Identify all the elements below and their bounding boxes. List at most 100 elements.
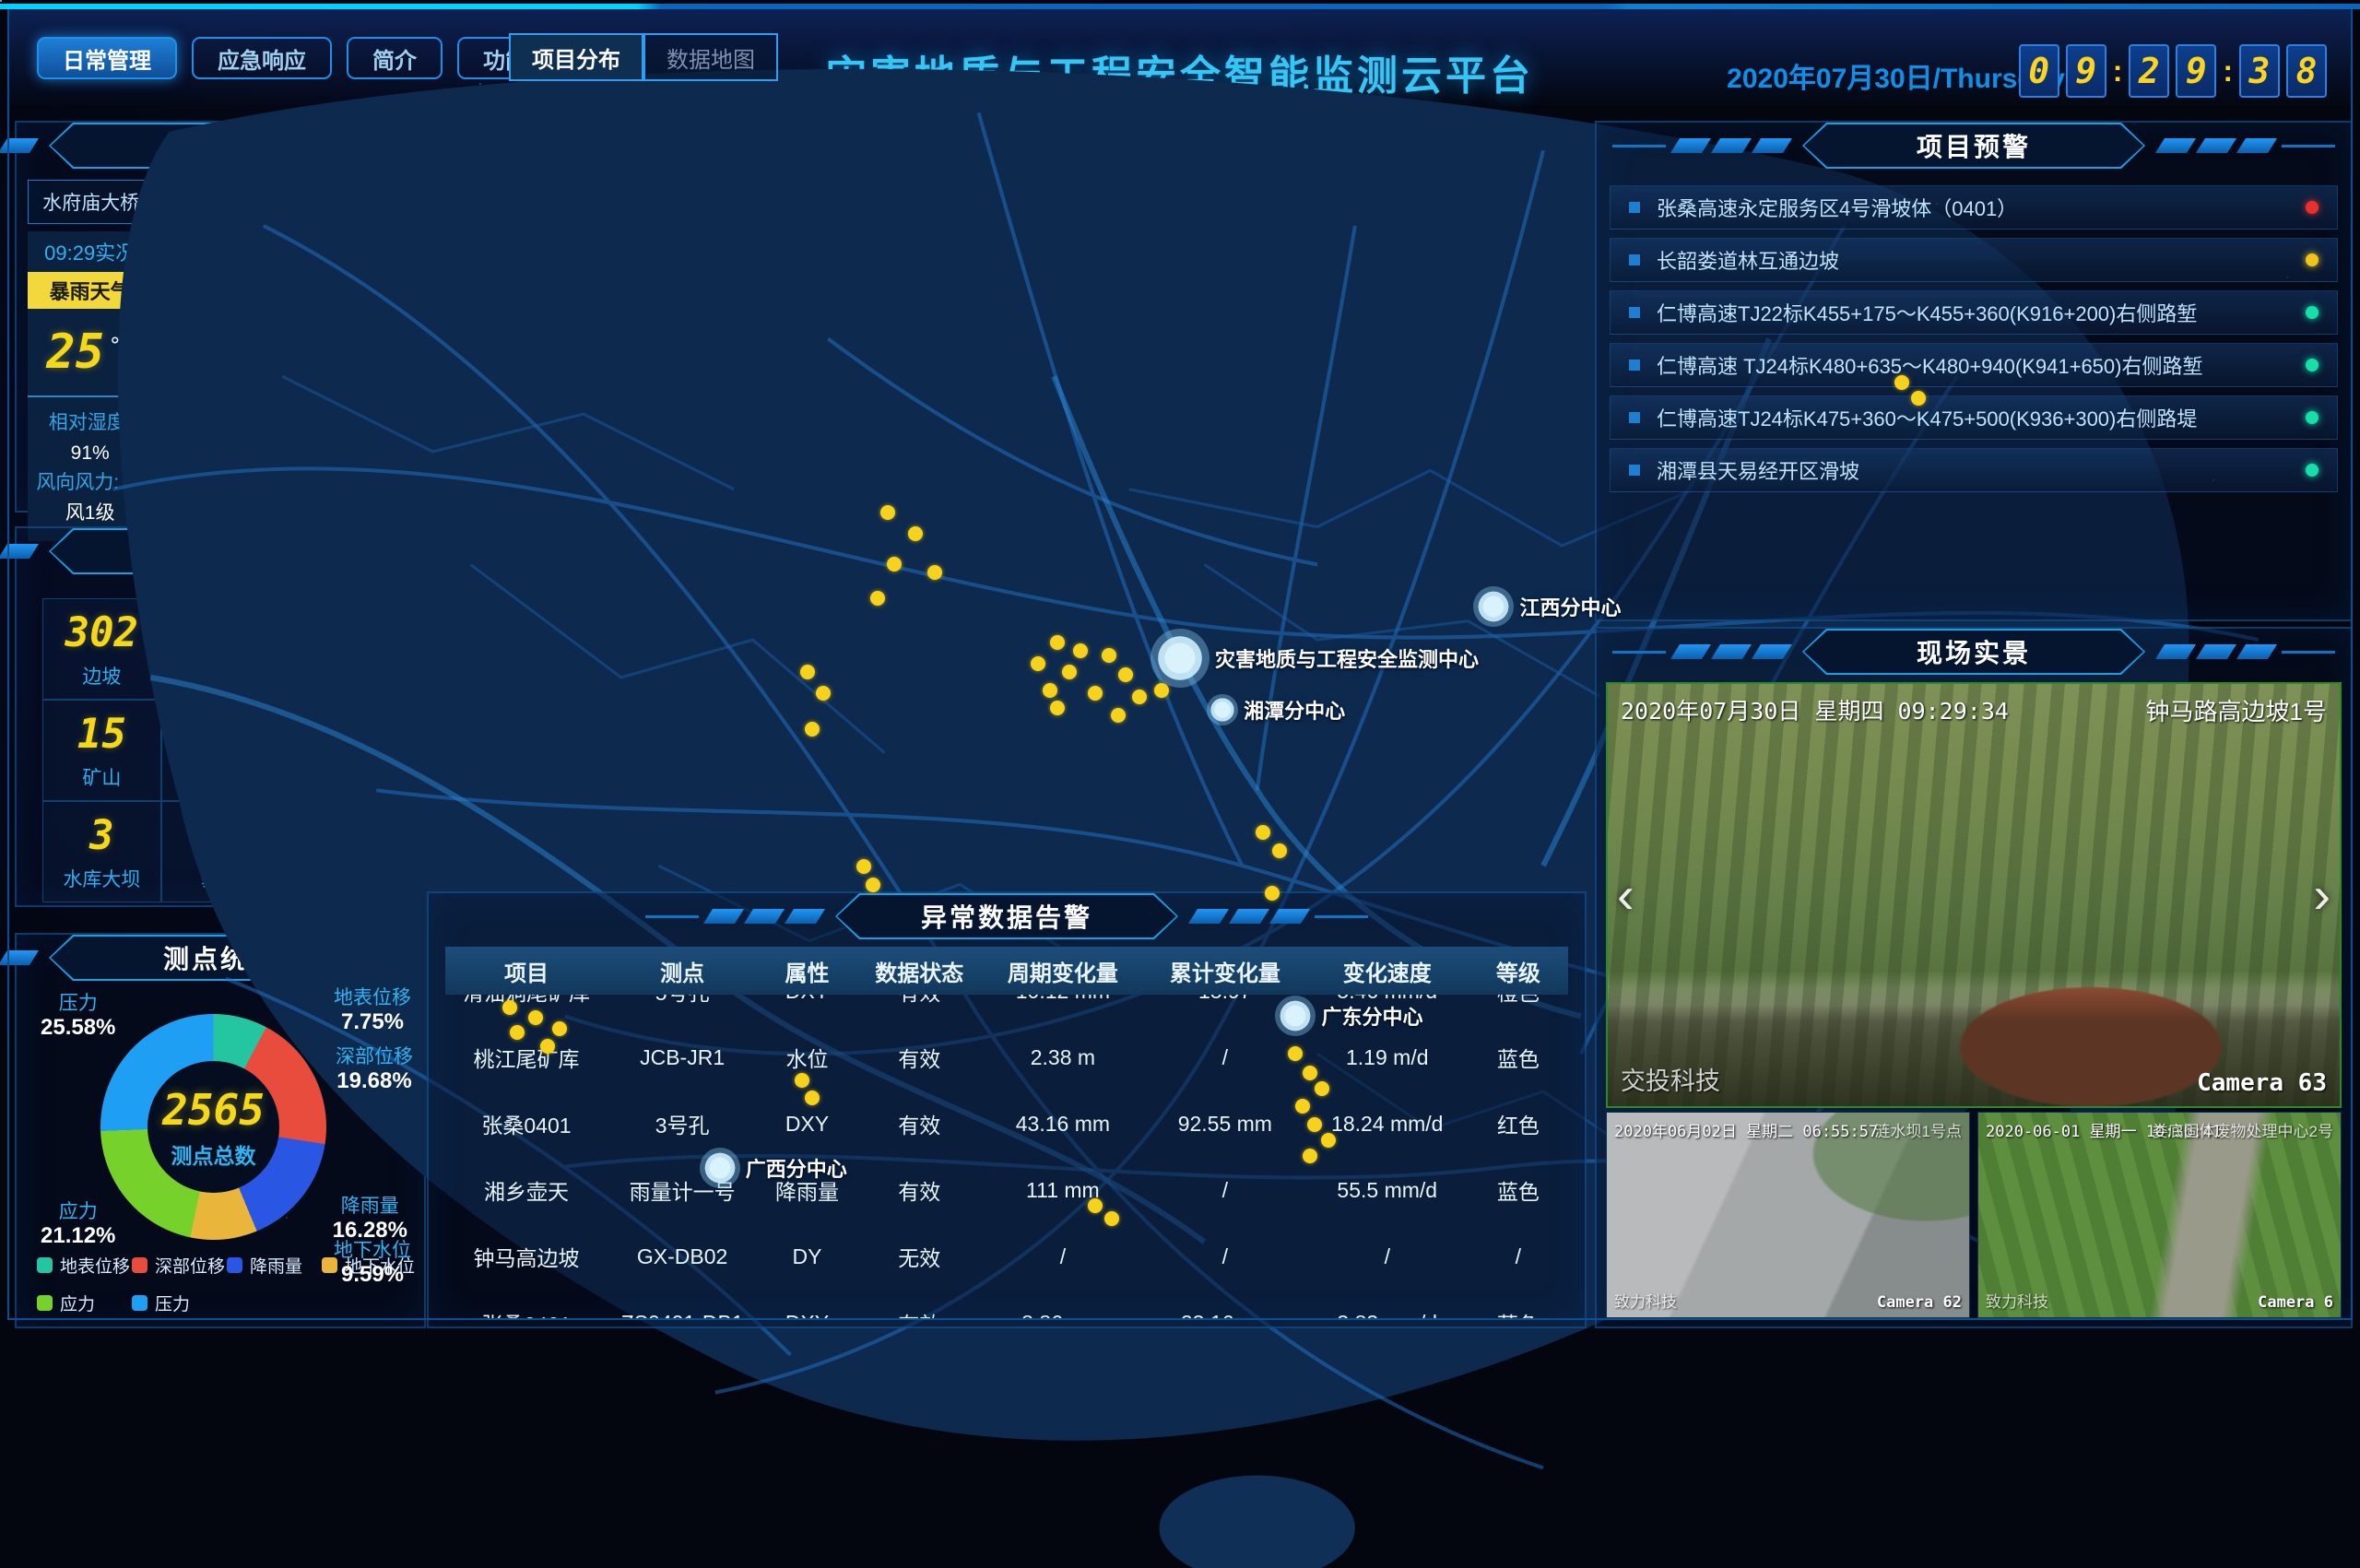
table-cell: JCB-JR1	[608, 1045, 757, 1070]
table-cell: 桃江尾矿库	[445, 1042, 608, 1073]
warning-bullet-icon	[1629, 465, 1640, 476]
camera-id-label: Camera 6	[2258, 1293, 2333, 1312]
title-decoration	[2160, 138, 2335, 153]
table-cell: 55.5 mm/d	[1306, 1178, 1469, 1203]
warning-text: 张桑高速永定服务区4号滑坡体（0401）	[1657, 193, 2289, 222]
project-dot[interactable]	[880, 505, 895, 520]
table-cell: 湘乡壶天	[445, 1174, 608, 1206]
table-cell: 蓝色	[1469, 1174, 1568, 1206]
warning-status-dot	[2306, 201, 2319, 214]
table-row[interactable]: 张桑0401ZS0401-DB1DXY有效8.86 mm23.16mm3.83 …	[445, 1290, 1568, 1319]
project-dot[interactable]	[1062, 665, 1077, 679]
top-accent-line	[0, 4, 2360, 9]
warning-bullet-icon	[1629, 254, 1640, 265]
warning-item[interactable]: 仁博高速TJ22标K455+175～K455+360(K916+200)右侧路堑	[1610, 290, 2338, 335]
project-dot[interactable]	[1102, 648, 1116, 663]
map-toggle-0[interactable]: 项目分布	[509, 33, 643, 81]
project-dot[interactable]	[870, 591, 885, 606]
table-cell: 3号孔	[608, 1108, 757, 1139]
sub-camera-view-0[interactable]: 2020年06月02日 星期二 06:55:57涟水坝1号点致力科技Camera…	[1606, 1112, 1970, 1318]
camera-brand-watermark: 致力科技	[1614, 1289, 1677, 1312]
table-cell: 10.12 mm	[982, 995, 1144, 1004]
warning-item[interactable]: 仁博高速 TJ24标K480+635～K480+940(K941+650)右侧路…	[1610, 343, 2338, 387]
project-dot[interactable]	[1132, 690, 1147, 704]
project-dot[interactable]	[927, 565, 942, 580]
table-cell: 92.55 mm	[1144, 1112, 1306, 1137]
table-cell: /	[982, 1244, 1144, 1269]
main-camera-view[interactable]: 2020年07月30日 星期四 09:29:34 钟马路高边坡1号 交投科技 C…	[1606, 682, 2342, 1108]
camera-id-label: Camera 62	[1877, 1293, 1962, 1312]
table-cell: /	[1469, 1244, 1568, 1269]
warning-item[interactable]: 长韶娄道林互通边坡	[1610, 238, 2338, 282]
project-dot[interactable]	[800, 665, 815, 679]
project-dot[interactable]	[805, 722, 820, 737]
table-cell: GX-DB02	[608, 1244, 757, 1269]
title-decoration	[1193, 909, 1368, 924]
table-cell: DXY	[757, 1112, 856, 1137]
camera-site-name: 娄底固体废物处理中心2号	[2153, 1118, 2333, 1141]
warning-bullet-icon	[1629, 360, 1640, 371]
table-cell: 无效	[857, 1241, 982, 1272]
map-graphic	[0, 0, 1158, 770]
table-cell: 蓝色	[1469, 1307, 1568, 1319]
table-cell: 1.19 m/d	[1306, 1045, 1469, 1070]
table-cell: 水位	[757, 1042, 856, 1073]
donut-label-压力: 压力25.58%	[41, 992, 115, 1042]
project-dot[interactable]	[887, 557, 902, 572]
warning-text: 仁博高速TJ24标K475+360～K475+500(K936+300)右侧路堤	[1657, 403, 2289, 432]
map-toggle-1[interactable]: 数据地图	[643, 33, 778, 81]
warning-item[interactable]: 仁博高速TJ24标K475+360～K475+500(K936+300)右侧路堤	[1610, 395, 2338, 440]
alarm-col-header: 测点	[608, 955, 757, 987]
table-cell: 有效	[857, 1108, 982, 1139]
project-dot[interactable]	[1111, 708, 1126, 723]
project-dot[interactable]	[908, 526, 923, 541]
project-dot[interactable]	[1031, 656, 1045, 671]
alarm-col-header: 变化速度	[1306, 955, 1469, 987]
project-dot[interactable]	[1118, 667, 1133, 682]
project-dot[interactable]	[816, 686, 831, 701]
alarm-table-header: 项目测点属性数据状态周期变化量累计变化量变化速度等级	[445, 947, 1568, 995]
table-cell: 有效	[857, 1307, 982, 1319]
project-warning-panel: 项目预警 张桑高速永定服务区4号滑坡体（0401）长韶娄道林互通边坡仁博高速TJ…	[1595, 121, 2353, 621]
table-row[interactable]: 桃江尾矿库JCB-JR1水位有效2.38 m/1.19 m/d蓝色	[445, 1024, 1568, 1091]
sub-camera-view-1[interactable]: 2020-06-01 星期一 10:36:41娄底固体废物处理中心2号致力科技C…	[1977, 1112, 2342, 1318]
title-decoration	[2160, 644, 2335, 659]
warning-text: 长韶娄道林互通边坡	[1657, 245, 2289, 275]
project-dot[interactable]	[1088, 686, 1103, 701]
alarm-col-header: 项目	[445, 955, 608, 987]
table-cell: 2.38 m	[982, 1045, 1144, 1070]
project-dot[interactable]	[1073, 643, 1088, 658]
camera-timestamp: 2020年06月02日 星期二 06:55:57	[1614, 1118, 1878, 1141]
table-cell: 有效	[857, 1042, 982, 1073]
table-row[interactable]: 湘乡壶天雨量计一号降雨量有效111 mm/55.5 mm/d蓝色	[445, 1157, 1568, 1223]
project-dot[interactable]	[1050, 701, 1065, 715]
warning-text: 湘潭县天易经开区滑坡	[1657, 455, 2289, 485]
table-cell: 8.86 mm	[982, 1311, 1144, 1320]
warning-status-dot	[2306, 411, 2319, 424]
camera-id-label: Camera 63	[2197, 1069, 2327, 1097]
warning-item[interactable]: 张桑高速永定服务区4号滑坡体（0401）	[1610, 185, 2338, 230]
table-row[interactable]: 张桑04013号孔DXY有效43.16 mm92.55 mm18.24 mm/d…	[445, 1091, 1568, 1157]
title-decoration	[1612, 644, 1788, 659]
warning-status-dot	[2306, 306, 2319, 319]
table-cell: /	[1144, 1045, 1306, 1070]
table-row[interactable]: 钟马高边坡GX-DB02DY无效////	[445, 1223, 1568, 1290]
map-view-toggle: 项目分布数据地图	[509, 33, 778, 81]
prev-camera-arrow[interactable]: ‹	[1617, 869, 1634, 921]
table-cell: 有效	[857, 1174, 982, 1206]
table-cell: DY	[757, 1244, 856, 1269]
warning-status-dot	[2306, 359, 2319, 371]
project-dot[interactable]	[1050, 635, 1065, 650]
center-marker[interactable]: 灾害地质与工程安全监测中心	[1150, 629, 1158, 688]
warning-bullet-icon	[1629, 307, 1640, 318]
table-cell: /	[1144, 1178, 1306, 1203]
project-dot[interactable]	[1043, 683, 1057, 698]
table-cell: 有效	[857, 995, 982, 1007]
title-decoration	[1612, 138, 1788, 153]
warning-list: 张桑高速永定服务区4号滑坡体（0401） 长韶娄道林互通边坡仁博高速TJ22标K4…	[1610, 185, 2338, 492]
warning-status-dot	[2306, 464, 2319, 477]
live-camera-panel: 现场实景 2020年07月30日 星期四 09:29:34 钟马路高边坡1号 交…	[1595, 627, 2353, 1328]
next-camera-arrow[interactable]: ›	[2313, 869, 2330, 921]
warning-status-dot	[2306, 253, 2319, 266]
warning-item[interactable]: 湘潭县天易经开区滑坡	[1610, 448, 2338, 492]
